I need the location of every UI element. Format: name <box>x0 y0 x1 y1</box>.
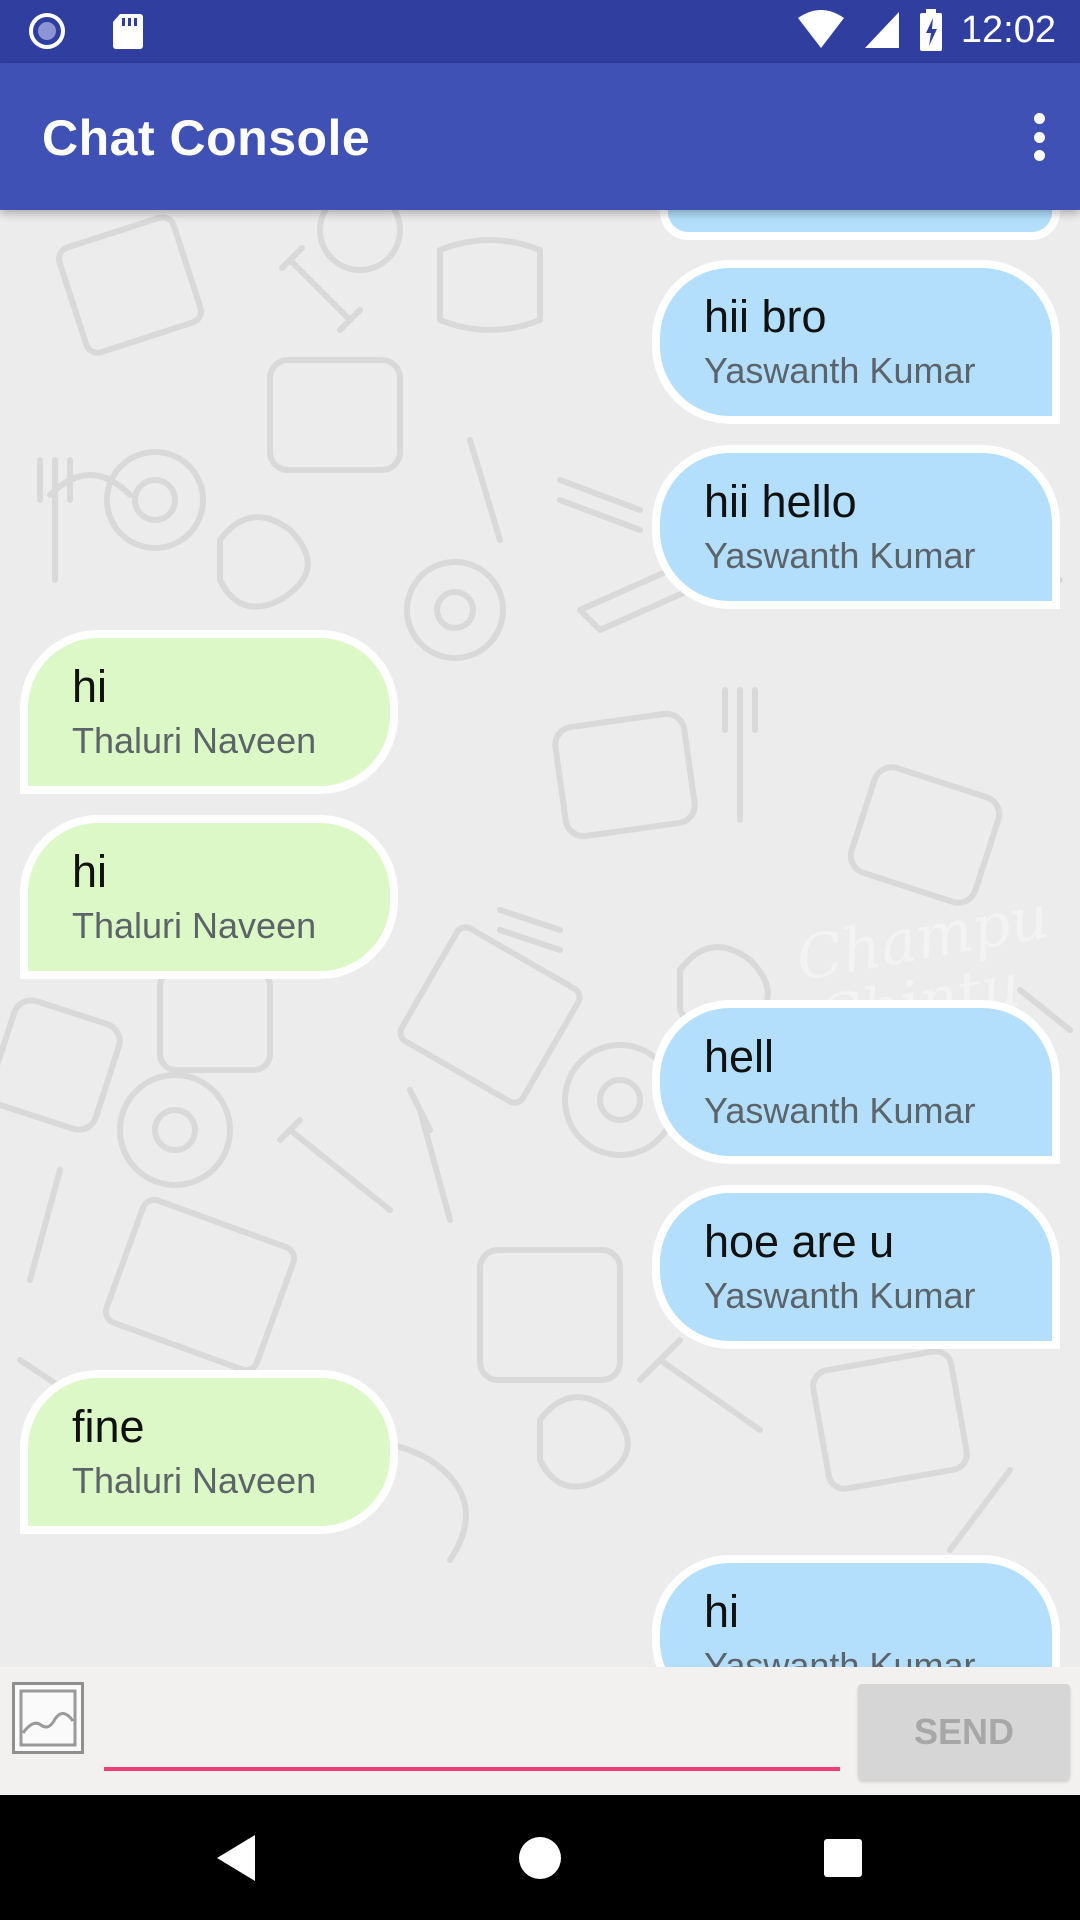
back-icon[interactable] <box>204 1825 270 1891</box>
message-bubble-sent[interactable]: hi Yaswanth Kumar <box>652 1555 1060 1667</box>
message-text: hoe are u <box>704 1216 895 1267</box>
message-text: hi <box>704 1586 740 1637</box>
message-sender: Thaluri Naveen <box>72 720 317 761</box>
message-text: hii hello <box>704 476 857 527</box>
message-bubble-partial <box>660 210 1060 240</box>
cell-signal-icon <box>864 12 899 48</box>
message-text: hi <box>72 846 108 897</box>
home-icon[interactable] <box>507 1825 573 1891</box>
send-button[interactable]: SEND <box>858 1684 1070 1780</box>
chat-message-list[interactable]: Champu Chintu hii bro Yaswanth Kumar hii… <box>0 210 1080 1667</box>
message-text: hi <box>72 661 108 712</box>
message-bubble-received[interactable]: fine Thaluri Naveen <box>20 1370 398 1534</box>
message-sender: Yaswanth Kumar <box>704 1645 976 1667</box>
message-bubble-sent[interactable]: hii bro Yaswanth Kumar <box>652 260 1060 424</box>
message-bubble-sent[interactable]: hoe are u Yaswanth Kumar <box>652 1185 1060 1349</box>
recents-icon[interactable] <box>810 1825 876 1891</box>
message-sender: Thaluri Naveen <box>72 1460 317 1501</box>
message-bubble-received[interactable]: hi Thaluri Naveen <box>20 815 398 979</box>
message-text: hii bro <box>704 291 827 342</box>
message-input[interactable] <box>104 1681 840 1771</box>
message-sender: Yaswanth Kumar <box>704 535 976 576</box>
message-composer: SEND <box>0 1667 1080 1795</box>
message-sender: Yaswanth Kumar <box>704 1090 976 1131</box>
message-sender: Thaluri Naveen <box>72 905 317 946</box>
status-time: 12:02 <box>960 8 1056 51</box>
battery-charging-icon <box>919 9 942 51</box>
overflow-menu-icon[interactable] <box>1024 107 1054 167</box>
message-sender: Yaswanth Kumar <box>704 1275 976 1316</box>
app-bar: Chat Console <box>0 63 1080 210</box>
status-bar: 12:02 <box>0 0 1080 63</box>
image-icon[interactable] <box>12 1682 84 1754</box>
sd-card-icon <box>113 14 143 49</box>
page-title: Chat Console <box>42 110 371 166</box>
message-bubble-received[interactable]: hi Thaluri Naveen <box>20 630 398 794</box>
wifi-icon <box>797 10 844 48</box>
message-sender: Yaswanth Kumar <box>704 350 976 391</box>
message-text: fine <box>72 1401 145 1452</box>
message-text: hell <box>704 1031 775 1082</box>
message-bubble-sent[interactable]: hell Yaswanth Kumar <box>652 1000 1060 1164</box>
system-nav-bar <box>0 1795 1080 1920</box>
notification-circle-icon <box>29 13 65 49</box>
message-bubble-sent[interactable]: hii hello Yaswanth Kumar <box>652 445 1060 609</box>
